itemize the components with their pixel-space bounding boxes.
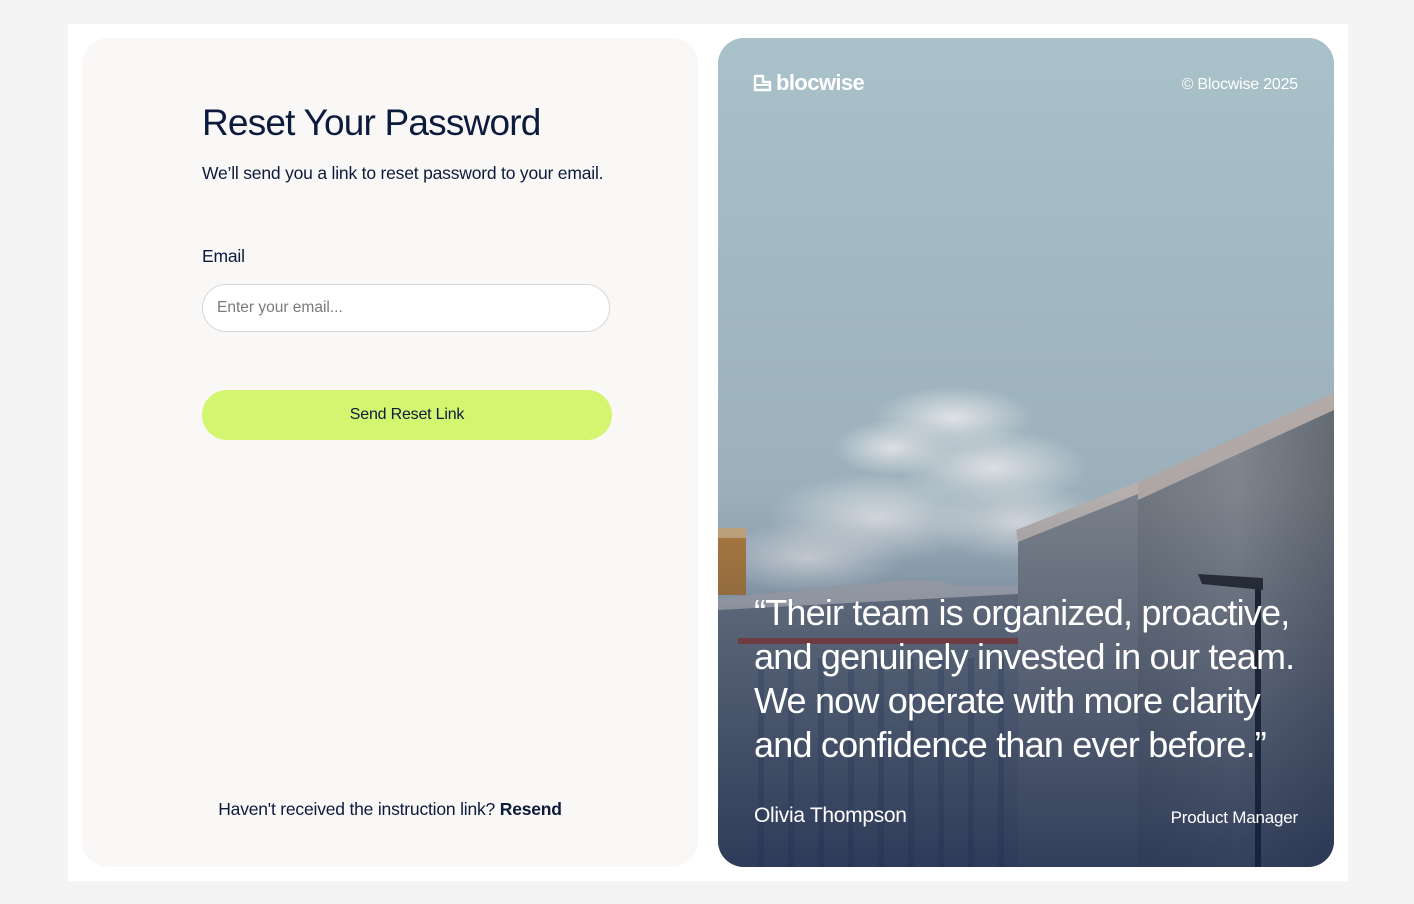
building-logo-icon bbox=[753, 74, 772, 92]
reset-password-panel: Reset Your Password We’ll send you a lin… bbox=[82, 38, 698, 867]
testimonial-author-name: Olivia Thompson bbox=[754, 804, 907, 827]
copyright-text: © Blocwise 2025 bbox=[1181, 76, 1299, 93]
page-title: Reset Your Password bbox=[202, 102, 541, 143]
send-reset-link-button[interactable]: Send Reset Link bbox=[202, 390, 612, 440]
testimonial-quote: “Their team is organized, proactive, and… bbox=[754, 592, 1295, 765]
resend-row: Haven't received the instruction link? R… bbox=[82, 799, 698, 820]
page-frame: Reset Your Password We’ll send you a lin… bbox=[68, 24, 1348, 881]
brand-logo: blocwise bbox=[753, 70, 865, 96]
page-subtitle: We’ll send you a link to reset password … bbox=[202, 163, 604, 183]
brand-name: blocwise bbox=[776, 70, 865, 95]
email-label: Email bbox=[202, 246, 245, 266]
testimonial-panel: blocwise © Blocwise 2025 “Their team is … bbox=[718, 38, 1334, 867]
resend-prompt: Haven't received the instruction link? bbox=[218, 799, 496, 819]
email-input[interactable] bbox=[202, 284, 610, 332]
testimonial-author-role: Product Manager bbox=[1170, 808, 1299, 827]
resend-link[interactable]: Resend bbox=[500, 799, 562, 819]
